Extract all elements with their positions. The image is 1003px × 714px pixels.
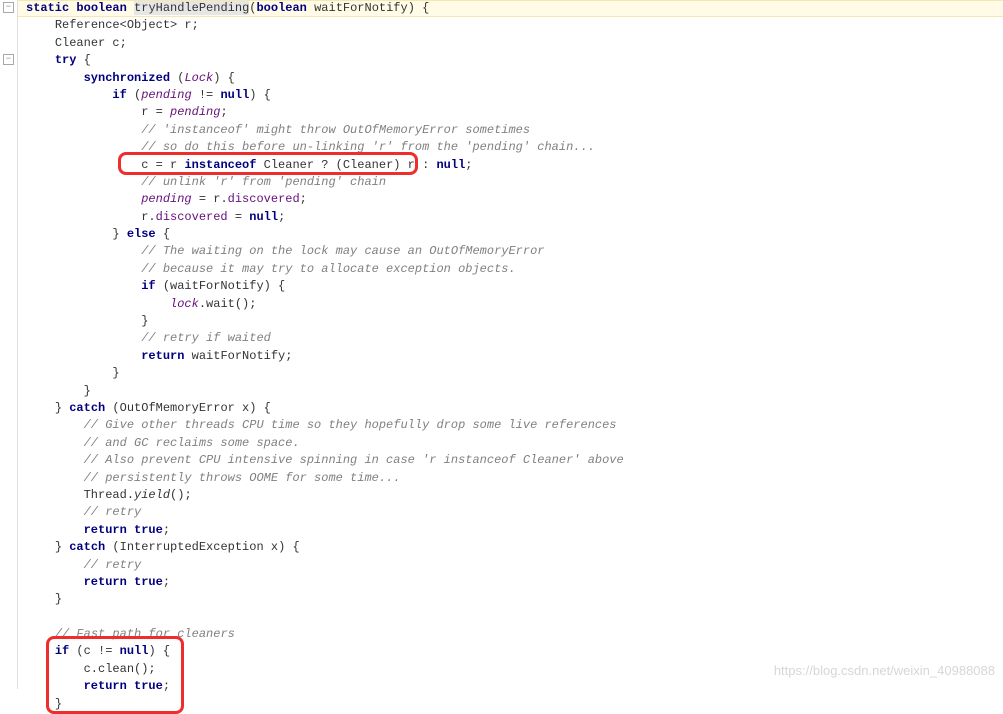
code-line: lock.wait(); (20, 296, 1003, 313)
code-line: if (waitForNotify) { (20, 278, 1003, 295)
code-line: // The waiting on the lock may cause an … (20, 243, 1003, 260)
code-line: try { (20, 52, 1003, 69)
code-line: pending = r.discovered; (20, 191, 1003, 208)
code-line: } (20, 383, 1003, 400)
code-line: if (c != null) { (20, 643, 1003, 660)
code-line: if (pending != null) { (20, 87, 1003, 104)
text: ) { (408, 1, 430, 15)
code-line: // so do this before un-linking 'r' from… (20, 139, 1003, 156)
keyword: if (112, 88, 126, 102)
keyword: return (84, 679, 127, 693)
keyword: catch (69, 540, 105, 554)
code-editor[interactable]: static boolean tryHandlePending(boolean … (20, 0, 1003, 713)
fold-icon[interactable]: − (3, 2, 14, 13)
field: pending (170, 105, 220, 119)
comment: // Give other threads CPU time so they h… (84, 418, 617, 432)
code-line: r.discovered = null; (20, 209, 1003, 226)
code-line: } (20, 591, 1003, 608)
code-line: synchronized (Lock) { (20, 70, 1003, 87)
keyword: boolean (256, 1, 306, 15)
code-line: } else { (20, 226, 1003, 243)
comment: // The waiting on the lock may cause an … (141, 244, 544, 258)
method-name: tryHandlePending (134, 1, 249, 15)
code-line: return true; (20, 574, 1003, 591)
keyword: true (127, 679, 163, 693)
field: discovered (228, 192, 300, 206)
code-line: } (20, 696, 1003, 713)
code-line: // Fast path for cleaners (20, 626, 1003, 643)
gutter: − − (0, 0, 18, 689)
code-line: // retry (20, 504, 1003, 521)
keyword: return (84, 523, 127, 537)
code-line: // Give other threads CPU time so they h… (20, 417, 1003, 434)
comment: // persistently throws OOME for some tim… (84, 471, 401, 485)
comment: // 'instanceof' might throw OutOfMemoryE… (141, 123, 530, 137)
comment: // and GC reclaims some space. (84, 436, 300, 450)
keyword: else (127, 227, 156, 241)
comment: // so do this before un-linking 'r' from… (141, 140, 595, 154)
code-line: } (20, 313, 1003, 330)
code-line: // 'instanceof' might throw OutOfMemoryE… (20, 122, 1003, 139)
comment: // retry (84, 505, 142, 519)
keyword: if (55, 644, 69, 658)
comment: // retry (84, 558, 142, 572)
keyword: null (120, 644, 149, 658)
field: discovered (156, 210, 228, 224)
code-line: // and GC reclaims some space. (20, 435, 1003, 452)
text: Reference<Object> r; (55, 18, 199, 32)
code-line: Reference<Object> r; (20, 17, 1003, 34)
watermark: https://blog.csdn.net/weixin_40988088 (774, 662, 995, 681)
keyword: catch (69, 401, 105, 415)
code-line: // persistently throws OOME for some tim… (20, 470, 1003, 487)
keyword: null (220, 88, 249, 102)
code-line: return waitForNotify; (20, 348, 1003, 365)
keyword: try (55, 53, 77, 67)
code-line (20, 609, 1003, 626)
param: waitForNotify (314, 1, 408, 15)
code-line: return true; (20, 522, 1003, 539)
comment: // unlink 'r' from 'pending' chain (141, 175, 386, 189)
code-line: // Also prevent CPU intensive spinning i… (20, 452, 1003, 469)
keyword: return (84, 575, 127, 589)
keyword: true (127, 575, 163, 589)
comment: // retry if waited (141, 331, 271, 345)
comment: // Fast path for cleaners (55, 627, 235, 641)
code-line: r = pending; (20, 104, 1003, 121)
code-line: Cleaner c; (20, 35, 1003, 52)
code-line: } catch (OutOfMemoryError x) { (20, 400, 1003, 417)
keyword: static (26, 1, 69, 15)
code-line: Thread.yield(); (20, 487, 1003, 504)
method-call: yield (134, 488, 170, 502)
keyword: if (141, 279, 155, 293)
code-line: // retry if waited (20, 330, 1003, 347)
code-line: } catch (InterruptedException x) { (20, 539, 1003, 556)
field: pending (141, 88, 191, 102)
code-line: // retry (20, 557, 1003, 574)
keyword: true (127, 523, 163, 537)
code-line: } (20, 365, 1003, 382)
fold-icon[interactable]: − (3, 54, 14, 65)
code-line: static boolean tryHandlePending(boolean … (20, 0, 1003, 17)
keyword: null (249, 210, 278, 224)
code-line: // because it may try to allocate except… (20, 261, 1003, 278)
text: Cleaner c; (55, 36, 127, 50)
field: Lock (184, 71, 213, 85)
comment: // because it may try to allocate except… (141, 262, 515, 276)
keyword: null (436, 158, 465, 172)
code-line: c = r instanceof Cleaner ? (Cleaner) r :… (20, 157, 1003, 174)
keyword: synchronized (84, 71, 170, 85)
field: lock (170, 297, 199, 311)
field: pending (141, 192, 191, 206)
keyword: instanceof (184, 158, 256, 172)
code-line: // unlink 'r' from 'pending' chain (20, 174, 1003, 191)
keyword: boolean (76, 1, 126, 15)
comment: // Also prevent CPU intensive spinning i… (84, 453, 624, 467)
keyword: return (141, 349, 184, 363)
